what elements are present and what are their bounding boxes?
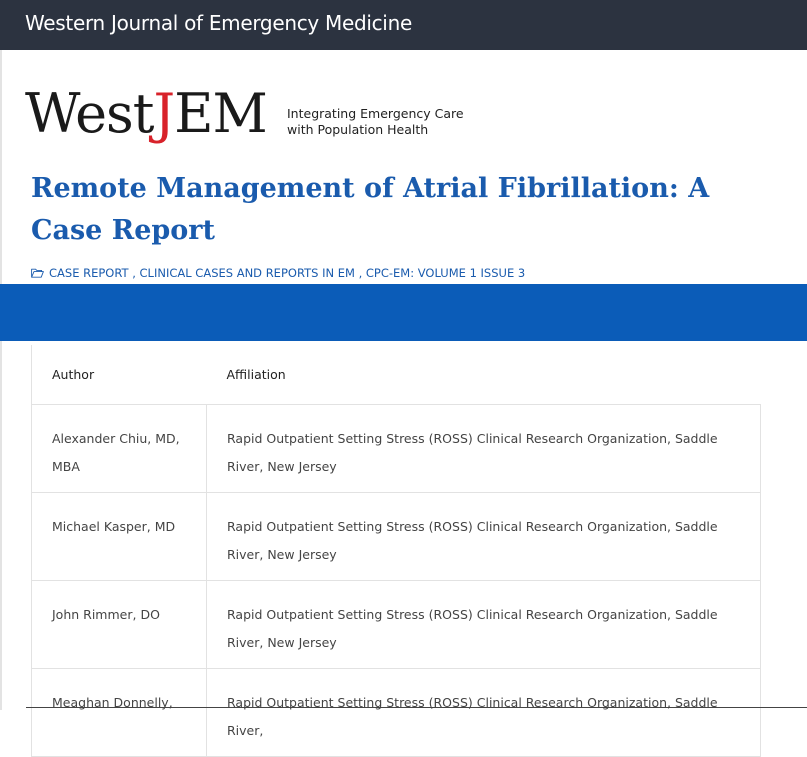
table-header-row: Author Affiliation — [31, 345, 761, 405]
site-header: Western Journal of Emergency Medicine — [0, 0, 807, 50]
authors-table: Author Affiliation Alexander Chiu, MD, M… — [31, 345, 761, 757]
author-affiliation: Rapid Outpatient Setting Stress (ROSS) C… — [206, 580, 761, 669]
author-name: John Rimmer, DO — [31, 580, 207, 669]
category-link-clinical-cases[interactable]: Clinical Cases and Reports in EM — [140, 266, 355, 280]
article-banner-band — [0, 284, 807, 341]
logo-tagline-line1: Integrating Emergency Care — [287, 106, 464, 121]
author-affiliation: Rapid Outpatient Setting Stress (ROSS) C… — [206, 404, 761, 493]
table-row: John Rimmer, DO Rapid Outpatient Setting… — [31, 580, 761, 669]
page-left-border — [0, 50, 2, 710]
logo-tagline: Integrating Emergency Care with Populati… — [287, 106, 464, 138]
author-name: Michael Kasper, MD — [31, 492, 207, 581]
logo-wordmark-west: West — [25, 82, 154, 145]
article-title: Remote Management of Atrial Fibrillation… — [31, 173, 710, 246]
author-column-header: Author — [31, 345, 207, 405]
affiliation-column-header: Affiliation — [206, 345, 761, 405]
category-separator: , — [354, 266, 366, 280]
table-row: Alexander Chiu, MD, MBA Rapid Outpatient… — [31, 404, 761, 493]
category-link-case-report[interactable]: Case Report — [49, 266, 129, 280]
table-row: Michael Kasper, MD Rapid Outpatient Sett… — [31, 492, 761, 581]
logo-tagline-line2: with Population Health — [287, 122, 429, 137]
author-name: Alexander Chiu, MD, MBA — [31, 404, 207, 493]
site-title-link[interactable]: Western Journal of Emergency Medicine — [25, 11, 412, 35]
author-affiliation: Rapid Outpatient Setting Stress (ROSS) C… — [206, 492, 761, 581]
author-name: Meaghan Donnelly, — [31, 668, 207, 757]
westjem-logo[interactable]: WestJEM Integrating Emergency Care with … — [25, 82, 475, 157]
category-link-cpc-em-volume[interactable]: CPC-EM: Volume 1 Issue 3 — [366, 266, 525, 280]
folder-icon — [31, 268, 44, 278]
category-separator: , — [128, 266, 140, 280]
logo-wordmark-j: J — [153, 82, 175, 145]
table-row: Meaghan Donnelly, Rapid Outpatient Setti… — [31, 668, 761, 757]
authors-table-container: Author Affiliation Alexander Chiu, MD, M… — [31, 345, 761, 757]
author-affiliation: Rapid Outpatient Setting Stress (ROSS) C… — [206, 668, 761, 757]
logo-wordmark: WestJEM — [25, 82, 268, 146]
article-categories: Case Report , Clinical Cases and Reports… — [31, 266, 525, 280]
logo-wordmark-em: EM — [174, 82, 268, 145]
bottom-divider — [26, 707, 807, 708]
